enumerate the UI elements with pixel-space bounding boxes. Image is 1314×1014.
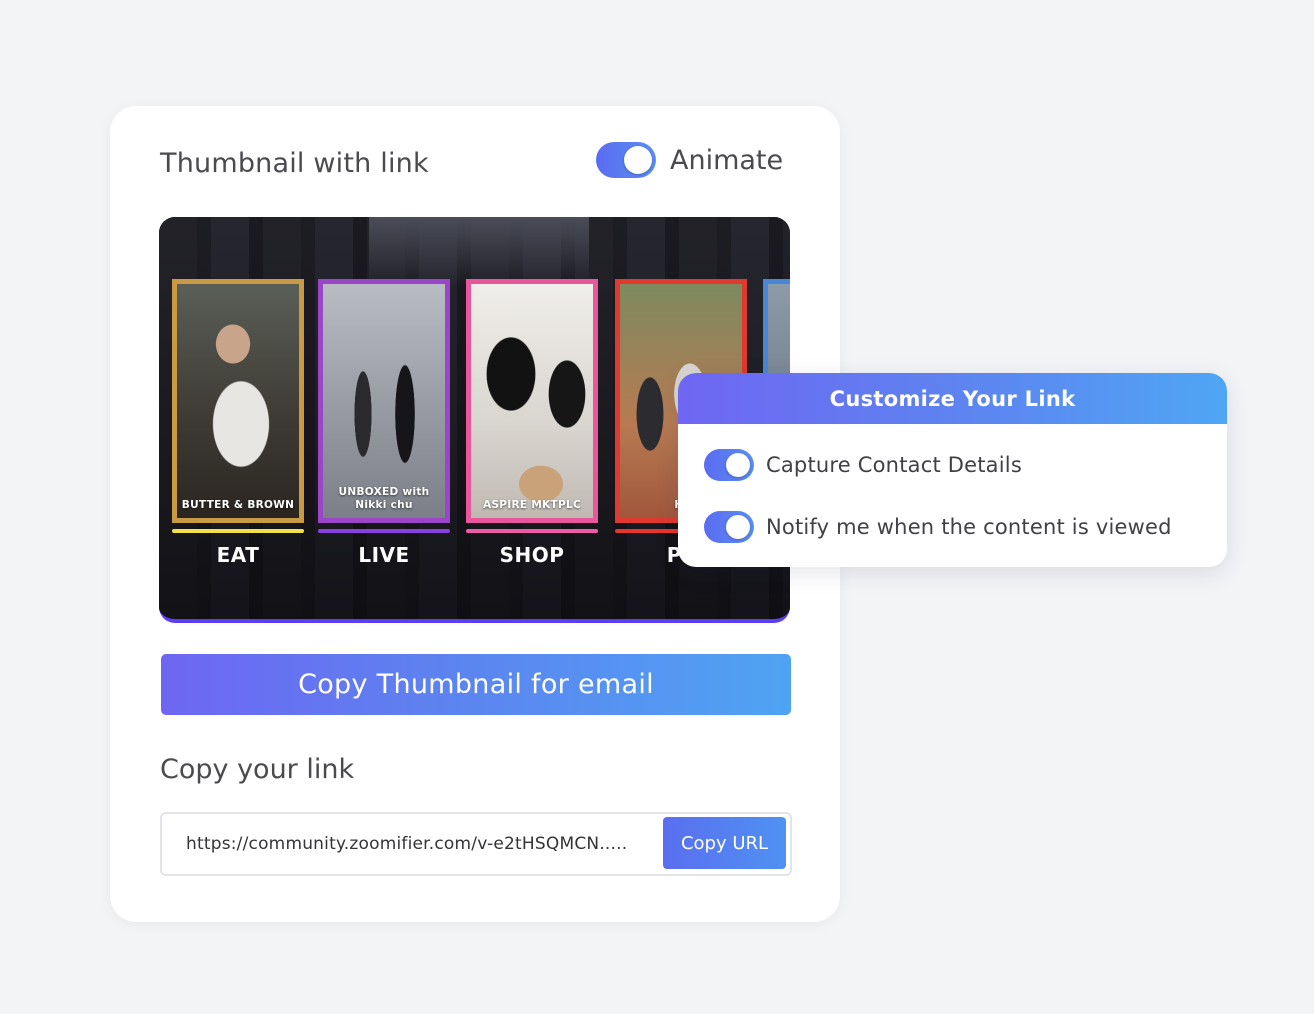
- copy-url-button[interactable]: Copy URL: [663, 817, 786, 869]
- tile-bar-shop: [466, 529, 598, 533]
- toggle-knob: [726, 453, 750, 477]
- page: Thumbnail with link Animate BUTTER & BRO…: [0, 0, 1314, 1014]
- panel-title: Customize Your Link: [678, 373, 1227, 424]
- copy-link-title: Copy your link: [160, 754, 355, 785]
- capture-contact-toggle[interactable]: [704, 449, 754, 481]
- tile-caption: BUTTER & BROWN: [181, 499, 295, 511]
- background-sky: [369, 217, 589, 287]
- link-field[interactable]: https://community.zoomifier.com/v-e2tHSQ…: [160, 812, 792, 876]
- tile-shop[interactable]: ASPIRE MKTPLC: [466, 279, 598, 523]
- copy-thumbnail-button[interactable]: Copy Thumbnail for email: [161, 654, 791, 715]
- tile-eat[interactable]: BUTTER & BROWN: [172, 279, 304, 523]
- option-notify-viewed: Notify me when the content is viewed: [704, 511, 1172, 543]
- tile-label-live: LIVE: [358, 543, 410, 567]
- animate-label: Animate: [670, 144, 784, 176]
- tile-photo-shoppers: [471, 284, 593, 518]
- card-title: Thumbnail with link: [160, 148, 429, 179]
- tile-photo-business: [323, 284, 445, 518]
- animate-toggle[interactable]: [596, 142, 656, 178]
- customize-link-panel: Customize Your Link Capture Contact Deta…: [678, 373, 1227, 567]
- tile-label-eat: EAT: [216, 543, 260, 567]
- tile-photo-chef: [177, 284, 299, 518]
- tile-caption: ASPIRE MKTPLC: [483, 499, 581, 511]
- tile-label-shop: SHOP: [499, 543, 565, 567]
- toggle-knob: [624, 146, 652, 174]
- notify-viewed-label: Notify me when the content is viewed: [766, 515, 1172, 539]
- tile-live[interactable]: UNBOXED with Nikki chu: [318, 279, 450, 523]
- notify-viewed-toggle[interactable]: [704, 511, 754, 543]
- animate-setting: Animate: [596, 142, 783, 178]
- link-url[interactable]: https://community.zoomifier.com/v-e2tHSQ…: [186, 834, 627, 854]
- tile-bar-live: [318, 529, 450, 533]
- toggle-knob: [726, 515, 750, 539]
- option-capture-contact: Capture Contact Details: [704, 449, 1022, 481]
- capture-contact-label: Capture Contact Details: [766, 453, 1022, 477]
- tile-caption: UNBOXED with Nikki chu: [338, 486, 430, 511]
- tile-bar-eat: [172, 529, 304, 533]
